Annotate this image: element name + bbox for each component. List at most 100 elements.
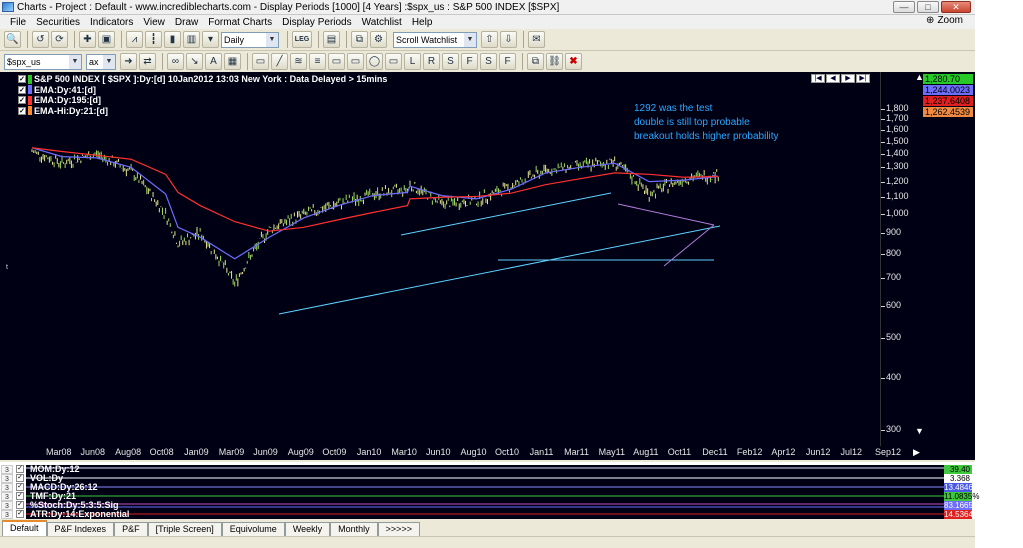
checkbox-icon[interactable]: ✓ xyxy=(16,483,24,491)
channel-icon[interactable]: ≡ xyxy=(309,53,326,70)
tab-triple-screen[interactable]: [Triple Screen] xyxy=(147,522,222,536)
maximize-button[interactable]: □ xyxy=(917,1,939,13)
menu-display-periods[interactable]: Display Periods xyxy=(282,17,351,28)
first-icon[interactable]: |◀ xyxy=(811,74,825,83)
magnifier-icon[interactable]: 🔍 xyxy=(4,31,21,48)
menu-securities[interactable]: Securities xyxy=(36,17,80,28)
tab-more[interactable]: >>>>> xyxy=(377,522,420,536)
scroll-up-icon[interactable]: ⇧ xyxy=(481,31,498,48)
fib-icon[interactable]: ≋ xyxy=(290,53,307,70)
checkbox-icon[interactable]: ✓ xyxy=(18,96,26,105)
indicator-row-mom[interactable]: 3 ✓ MOM:Dy:12 39.40 xyxy=(0,464,975,474)
next-icon[interactable]: ▶ xyxy=(841,74,855,83)
lin-reg-icon[interactable]: ▭ xyxy=(347,53,364,70)
grid-icon[interactable]: ▦ xyxy=(224,53,241,70)
scroll-down-icon[interactable]: ⇩ xyxy=(500,31,517,48)
letter-r-button[interactable]: R xyxy=(423,53,440,70)
y-tick xyxy=(881,181,885,183)
menu-view[interactable]: View xyxy=(143,17,165,28)
tab-pf[interactable]: P&F xyxy=(114,522,148,536)
zoom-control[interactable]: ⊕ Zoom xyxy=(926,15,963,26)
ellipse-icon[interactable]: ◯ xyxy=(366,53,383,70)
tab-pf-indexes[interactable]: P&F Indexes xyxy=(46,522,115,536)
mail-icon[interactable]: ✉ xyxy=(528,31,545,48)
prev-icon[interactable]: ◀ xyxy=(826,74,840,83)
letter-f-button[interactable]: F xyxy=(461,53,478,70)
legend-item-ema-hi21: ✓ EMA-Hi:Dy:21:[d] xyxy=(18,106,387,117)
link-icon[interactable]: ⛓ xyxy=(546,53,563,70)
tab-monthly[interactable]: Monthly xyxy=(330,522,378,536)
document-icon[interactable]: ▤ xyxy=(323,31,340,48)
checkbox-icon[interactable]: ✓ xyxy=(16,492,24,500)
delete-icon[interactable]: ✖ xyxy=(565,53,582,70)
annotation-line: breakout holds higher probability xyxy=(634,131,779,142)
text-icon[interactable]: A xyxy=(205,53,222,70)
indicator-row-atr[interactable]: 3 ✓ ATR:Dy:14:Exponential 14.5364 xyxy=(0,509,975,519)
letter-s-button[interactable]: S xyxy=(442,53,459,70)
settings-icon[interactable]: ⚙ xyxy=(370,31,387,48)
indicator-row-macd[interactable]: 3 ✓ MACD:Dy:26:12 13.4846 xyxy=(0,482,975,492)
ohlc-bar-icon[interactable]: ┇ xyxy=(145,31,162,48)
volume-bars-icon[interactable]: ▥ xyxy=(183,31,200,48)
refresh-icon[interactable]: ↺ xyxy=(32,31,49,48)
menu-draw[interactable]: Draw xyxy=(175,17,198,28)
crosshair-icon[interactable]: ✚ xyxy=(79,31,96,48)
arrow-icon[interactable]: ↘ xyxy=(186,53,203,70)
go-icon[interactable]: ➜ xyxy=(120,53,137,70)
ema-line xyxy=(31,147,719,260)
checkbox-icon[interactable]: ✓ xyxy=(16,465,24,473)
reload-icon[interactable]: ⟳ xyxy=(51,31,68,48)
indicator-row-stoch[interactable]: 3 ✓ %Stoch:Dy:5:3:5:Sig 83.1665 xyxy=(0,500,975,510)
hline-icon[interactable]: ▭ xyxy=(252,53,269,70)
indicator-row-vol[interactable]: 3 ✓ VOL:Dy 3.368 b xyxy=(0,473,975,492)
period-select[interactable]: Daily ▼ xyxy=(221,31,279,48)
chart-dropdown-icon[interactable]: ▾ xyxy=(202,31,219,48)
y-tick xyxy=(881,154,885,156)
letter-f2-button[interactable]: F xyxy=(499,53,516,70)
copy-icon[interactable]: ⧉ xyxy=(527,53,544,70)
candlestick-icon[interactable]: ▮ xyxy=(164,31,181,48)
layout-icon[interactable]: ▣ xyxy=(98,31,115,48)
menu-help[interactable]: Help xyxy=(412,17,433,28)
line-chart-icon[interactable]: ⩘ xyxy=(126,31,143,48)
menu-watchlist[interactable]: Watchlist xyxy=(362,17,402,28)
lin-channel-icon[interactable]: ▭ xyxy=(385,53,402,70)
menu-file[interactable]: File xyxy=(10,17,26,28)
security-input[interactable]: $spx_us ▼ xyxy=(4,53,82,70)
checkbox-icon[interactable]: ✓ xyxy=(18,85,26,94)
trendline-icon[interactable]: ╱ xyxy=(271,53,288,70)
y-tick xyxy=(881,214,885,216)
menu-bar: File Securities Indicators View Draw For… xyxy=(0,15,975,29)
arrow-right-icon[interactable]: ▶ xyxy=(913,447,920,458)
checkbox-icon[interactable]: ✓ xyxy=(18,106,26,115)
binoculars-icon[interactable]: ∞ xyxy=(167,53,184,70)
leg-button[interactable]: LEG xyxy=(292,31,312,48)
last-icon[interactable]: ▶| xyxy=(856,74,870,83)
tab-weekly[interactable]: Weekly xyxy=(284,522,331,536)
close-button[interactable]: ✕ xyxy=(941,1,971,13)
exchange-select[interactable]: ax ▼ xyxy=(86,53,116,70)
chevron-down-icon: ▼ xyxy=(266,32,278,47)
letter-s2-button[interactable]: S xyxy=(480,53,497,70)
indicator-plot xyxy=(26,492,944,501)
checkbox-icon[interactable]: ✓ xyxy=(16,501,24,509)
arrow-down-icon[interactable]: ▼ xyxy=(915,426,924,436)
swap-icon[interactable]: ⇄ xyxy=(139,53,156,70)
lin-icon[interactable]: ▭ xyxy=(328,53,345,70)
letter-l-button[interactable]: L xyxy=(404,53,421,70)
indicator-row-tmf[interactable]: 3 ✓ TMF:Dy:21 11.0835% xyxy=(0,491,979,501)
copy-icon[interactable]: ⧉ xyxy=(351,31,368,48)
legend-swatch xyxy=(28,106,32,116)
y-axis-label: 1,700 xyxy=(886,113,909,124)
checkbox-icon[interactable]: ✓ xyxy=(16,510,24,518)
y-tick xyxy=(881,378,885,380)
tab-default[interactable]: Default xyxy=(2,520,47,536)
minimize-button[interactable]: — xyxy=(893,1,915,13)
watchlist-select[interactable]: Scroll Watchlist ▼ xyxy=(393,31,477,48)
price-panel[interactable]: ✓ S&P 500 INDEX [ $SPX ]:Dy:[d] 10Jan201… xyxy=(0,72,880,460)
checkbox-icon[interactable]: ✓ xyxy=(18,75,26,84)
menu-format-charts[interactable]: Format Charts xyxy=(208,17,272,28)
menu-indicators[interactable]: Indicators xyxy=(90,17,133,28)
checkbox-icon[interactable]: ✓ xyxy=(16,474,24,482)
tab-equivolume[interactable]: Equivolume xyxy=(221,522,285,536)
